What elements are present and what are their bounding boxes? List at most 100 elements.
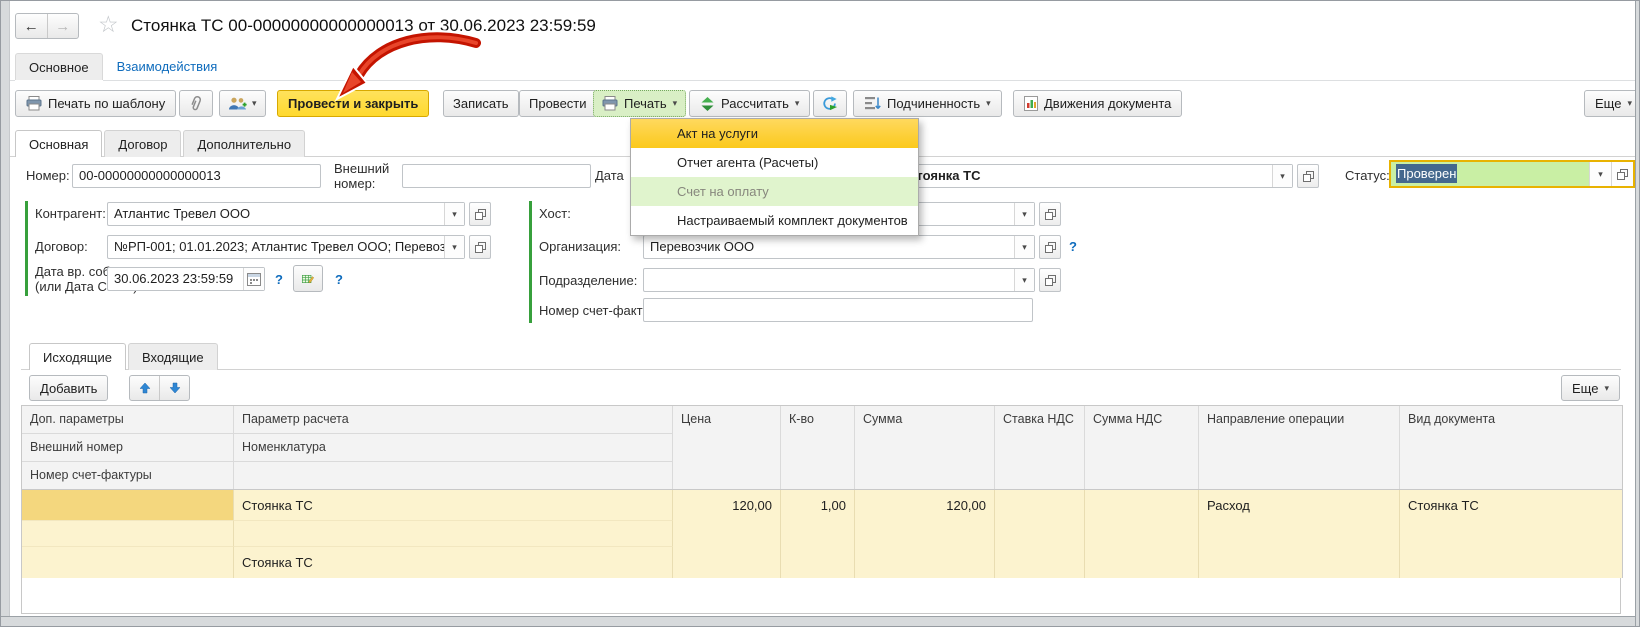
table-cell-external-number[interactable] [22,521,234,547]
operation-dropdown-button[interactable]: ▾ [1272,165,1292,187]
table-cell-qty[interactable]: 1,00 [781,490,855,578]
organization-open-button[interactable] [1039,235,1061,259]
subdivision-open-button[interactable] [1039,268,1061,292]
organization-help-link[interactable]: ? [1069,239,1077,254]
column-header[interactable]: Доп. параметры [22,406,234,434]
column-header[interactable]: К-во [781,406,855,489]
favorite-star-icon[interactable]: ☆ [98,11,119,38]
invoice-number-input[interactable] [643,298,1033,322]
parts-table-row[interactable]: Стоянка ТС 120,00 1,00 120,00 Расход Сто… [21,490,1623,578]
calculation-help-link[interactable]: ? [335,272,343,287]
table-cell-vat-sum[interactable] [1085,490,1199,578]
subordination-icon [864,96,881,111]
contract-value: №РП-001; 01.01.2023; Атлантис Тревел ООО… [108,236,444,258]
column-header[interactable]: Номенклатура [234,434,673,462]
calculation-table-button[interactable] [293,265,323,292]
counterparty-open-button[interactable] [469,202,491,226]
table-cell-price[interactable]: 120,00 [673,490,781,578]
menu-item-schet-na-oplatu[interactable]: Счет на оплату [631,177,918,206]
host-dropdown-button[interactable]: ▾ [1014,203,1034,225]
required-marker [25,201,28,296]
column-header[interactable]: Ставка НДС [995,406,1085,489]
table-cell-vat-rate[interactable] [995,490,1085,578]
external-number-input[interactable] [402,164,591,188]
contract-dropdown-button[interactable]: ▾ [444,236,464,258]
status-text: Проверен [1391,162,1589,186]
counterparty-value: Атлантис Тревел ООО [108,203,444,225]
parts-tab-incoming[interactable]: Входящие [128,343,218,370]
parts-tab-outgoing[interactable]: Исходящие [29,343,126,370]
print-menu-button[interactable]: Печать ▾ [593,90,686,117]
table-cell-sum[interactable]: 120,00 [855,490,995,578]
menu-item-otchet-agenta[interactable]: Отчет агента (Расчеты) [631,148,918,177]
counterparty-dropdown-button[interactable]: ▾ [444,203,464,225]
status-field[interactable]: Проверен ▾ [1389,160,1635,188]
print-by-template-button[interactable]: Печать по шаблону [15,90,176,117]
column-header[interactable] [234,462,673,489]
attachments-button[interactable] [179,90,213,117]
column-header[interactable]: Цена [673,406,781,489]
event-date-input[interactable]: 30.06.2023 23:59:59 [107,267,265,291]
column-header[interactable]: Вид документа [1400,406,1622,489]
tab-vzaimodeystviya[interactable]: Взаимодействия [105,59,230,80]
host-open-button[interactable] [1039,202,1061,226]
subdivision-combo[interactable]: ▾ [643,268,1035,292]
subdivision-dropdown-button[interactable]: ▾ [1014,269,1034,291]
external-number-value [403,165,590,187]
move-up-button[interactable] [130,376,160,400]
form-tab-dogovor[interactable]: Договор [104,130,181,157]
subdivision-value [644,269,1014,291]
column-header[interactable]: Номер счет-фактуры [22,462,234,489]
counterparty-combo[interactable]: Атлантис Тревел ООО ▾ [107,202,465,226]
dropdown-caret-icon: ▾ [986,99,991,108]
column-header[interactable]: Направление операции [1199,406,1400,489]
forward-button[interactable]: → [48,14,79,38]
column-header[interactable]: Сумма [855,406,995,489]
form-tab-dopolnitelno[interactable]: Дополнительно [183,130,305,157]
table-cell-selected[interactable] [22,490,234,521]
calculate-icon [700,96,715,112]
calculate-button[interactable]: Рассчитать ▾ [689,90,810,117]
parts-more-button[interactable]: Еще ▾ [1561,375,1620,401]
parts-table-empty-row[interactable] [21,578,1621,614]
column-header[interactable]: Внешний номер [22,434,234,462]
organization-combo[interactable]: Перевозчик ООО ▾ [643,235,1035,259]
number-input[interactable]: 00-00000000000000013 [72,164,321,188]
header-divider [1,80,1639,81]
table-cell-direction[interactable]: Расход [1199,490,1400,578]
column-header[interactable]: Параметр расчета [234,406,673,434]
add-row-button[interactable]: Добавить [29,375,108,401]
post-button[interactable]: Провести [519,90,597,117]
menu-item-komplekt-dokumentov[interactable]: Настраиваемый комплект документов [631,206,918,235]
contract-open-button[interactable] [469,235,491,259]
tab-osnovnoe[interactable]: Основное [15,53,103,80]
contact-persons-button[interactable]: ▾ [219,90,266,117]
open-link-icon [475,209,486,220]
table-cell-doc-kind[interactable]: Стоянка ТС [1400,490,1622,578]
toolbar-more-button[interactable]: Еще ▾ [1584,90,1640,117]
organization-dropdown-button[interactable]: ▾ [1014,236,1034,258]
form-tab-osnovnaya[interactable]: Основная [15,130,102,157]
contract-combo[interactable]: №РП-001; 01.01.2023; Атлантис Тревел ООО… [107,235,465,259]
table-cell-invoice-number[interactable] [22,547,234,578]
subordination-button[interactable]: Подчиненность ▾ [853,90,1002,117]
event-date-help-link[interactable]: ? [275,272,283,287]
operation-open-button[interactable] [1297,164,1319,188]
dropdown-caret-icon: ▾ [452,243,457,252]
menu-item-akt-na-uslugi[interactable]: Акт на услуги [631,119,918,148]
column-header[interactable]: Сумма НДС [1085,406,1199,489]
calculate-label: Рассчитать [721,96,789,111]
date-label-fragment: Дата [595,168,624,183]
printer-icon [26,96,42,111]
table-cell-param[interactable]: Стоянка ТС [234,490,673,521]
move-down-button[interactable] [160,376,189,400]
calendar-picker-button[interactable] [243,268,264,290]
document-movements-button[interactable]: Движения документа [1013,90,1182,117]
status-open-button[interactable] [1611,162,1633,186]
table-cell-nomenclature[interactable] [234,521,673,547]
document-movements-icon [1024,96,1038,111]
back-button[interactable]: ← [16,14,48,38]
refresh-button[interactable] [813,90,847,117]
status-dropdown-button[interactable]: ▾ [1589,162,1611,186]
table-cell-param-line3[interactable]: Стоянка ТС [234,547,673,578]
